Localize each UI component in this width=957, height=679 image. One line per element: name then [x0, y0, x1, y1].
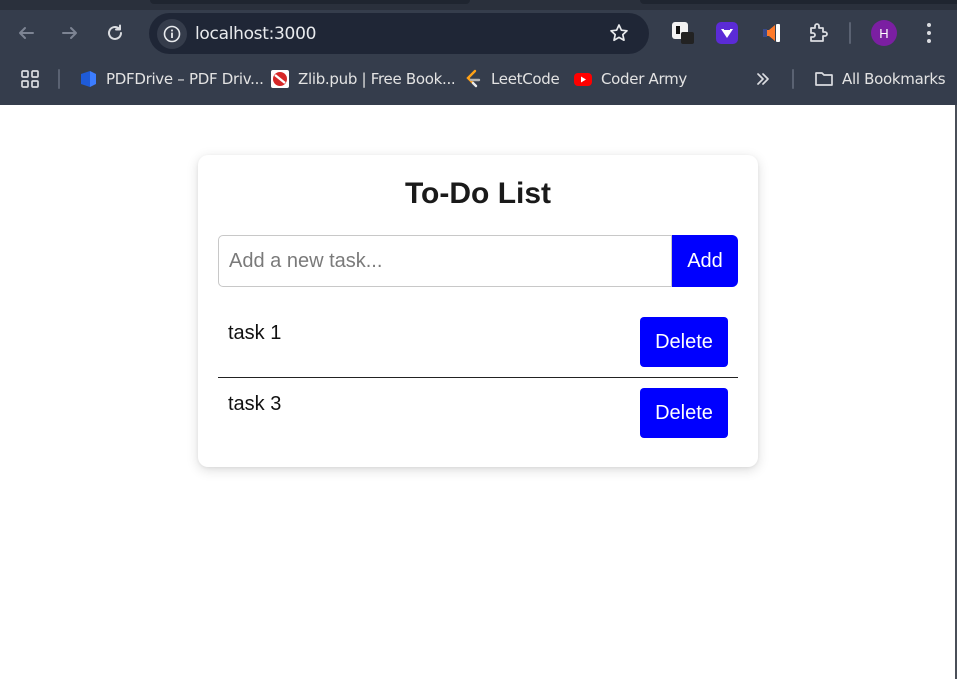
avatar-initial: H	[879, 25, 889, 41]
address-bar[interactable]: localhost:3000	[149, 13, 649, 54]
profile-avatar[interactable]: H	[871, 20, 897, 46]
bookmark-label: Coder Army	[601, 70, 687, 88]
task-item: task 3 Delete	[218, 381, 738, 452]
bookmark-pdfdrive[interactable]: PDFDrive – PDF Driv...	[78, 66, 264, 92]
task-divider	[218, 377, 738, 378]
apps-button[interactable]	[20, 66, 40, 92]
extensions-menu-button[interactable]	[805, 20, 831, 46]
delete-task-button[interactable]: Delete	[640, 388, 728, 438]
zlib-icon	[270, 69, 290, 89]
more-bookmarks-button[interactable]	[755, 66, 771, 92]
browser-toolbar: localhost:3000 H PDFDrive – PDF Driv...	[0, 0, 957, 105]
extension-button-3[interactable]	[760, 20, 786, 46]
add-task-button[interactable]: Add	[672, 235, 738, 287]
all-bookmarks-label: All Bookmarks	[842, 70, 946, 88]
all-bookmarks-button[interactable]: All Bookmarks	[814, 66, 946, 92]
extension-button-1[interactable]	[670, 20, 696, 46]
apps-grid-icon	[21, 70, 39, 88]
active-tab-edge	[150, 0, 470, 4]
todo-card: To-Do List Add task 1 Delete task 3 Dele…	[198, 155, 758, 467]
double-chevron-icon	[757, 73, 769, 85]
star-icon	[610, 24, 628, 42]
pdfdrive-icon	[78, 69, 98, 89]
forward-arrow-icon	[62, 27, 77, 39]
extension-button-2[interactable]	[714, 20, 740, 46]
reload-button[interactable]	[101, 19, 129, 47]
folder-icon	[814, 69, 834, 89]
extension-app-icon	[672, 22, 694, 44]
bookmark-coder-army[interactable]: Coder Army	[573, 66, 687, 92]
bookmark-star-button[interactable]	[608, 22, 630, 44]
bookmarks-separator	[792, 69, 794, 89]
task-item: task 1 Delete	[218, 310, 738, 381]
back-arrow-icon	[19, 27, 34, 39]
puzzle-piece-icon	[810, 23, 828, 42]
bookmark-label: Zlib.pub | Free Book...	[298, 70, 456, 88]
browser-menu-button[interactable]	[920, 20, 938, 46]
speaker-icon	[763, 24, 780, 42]
bookmarks-separator	[58, 69, 60, 89]
youtube-icon	[573, 69, 593, 89]
delete-task-button[interactable]: Delete	[640, 317, 728, 367]
task-text: task 1	[228, 322, 282, 344]
kebab-dot	[927, 31, 931, 35]
url-text[interactable]: localhost:3000	[195, 24, 316, 44]
shield-heart-icon	[716, 22, 738, 44]
site-info-button[interactable]	[157, 19, 187, 49]
back-button[interactable]	[12, 19, 40, 47]
forward-button[interactable]	[56, 19, 84, 47]
toolbar-separator	[849, 22, 851, 44]
kebab-dot	[927, 39, 931, 43]
new-task-input[interactable]	[218, 235, 672, 287]
bookmark-leetcode[interactable]: LeetCode	[463, 66, 560, 92]
inactive-tab-edge	[640, 0, 957, 4]
kebab-dot	[927, 23, 931, 27]
page-title: To-Do List	[404, 177, 552, 210]
task-text: task 3	[228, 393, 282, 415]
leetcode-icon	[463, 69, 483, 89]
bookmark-label: LeetCode	[491, 70, 560, 88]
reload-icon	[108, 24, 122, 40]
bookmark-zlib[interactable]: Zlib.pub | Free Book...	[270, 66, 456, 92]
info-icon	[163, 25, 181, 43]
bookmark-label: PDFDrive – PDF Driv...	[106, 70, 264, 88]
